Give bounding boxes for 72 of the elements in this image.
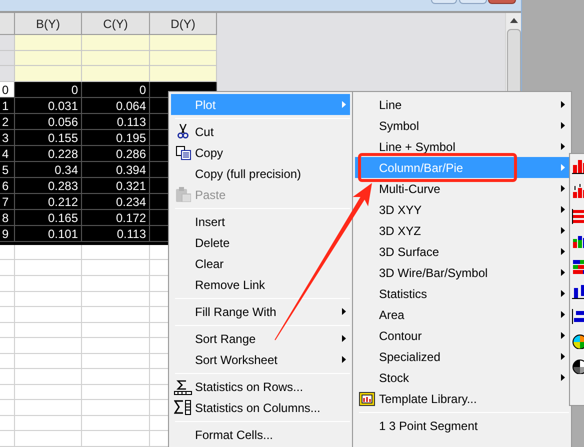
scissors-icon: [177, 124, 189, 139]
menu-item[interactable]: 1 3 Point Segment: [355, 415, 569, 436]
menu-item[interactable]: Line: [355, 94, 569, 115]
row-number[interactable]: 2: [0, 114, 15, 129]
table-cell[interactable]: 0.064: [82, 98, 150, 113]
menu-item[interactable]: Statistics on Columns...: [171, 397, 350, 418]
table-cell[interactable]: 0.101: [15, 226, 82, 241]
floating-bar-chart-icon[interactable]: [572, 309, 584, 324]
column-header[interactable]: B(Y): [15, 13, 82, 34]
menu-item[interactable]: Clear: [171, 253, 350, 274]
menu-item[interactable]: 3D Wire/Bar/Symbol: [355, 262, 569, 283]
menu-item[interactable]: Specialized: [355, 346, 569, 367]
menu-item[interactable]: Line + Symbol: [355, 136, 569, 157]
close-button[interactable]: [488, 0, 516, 4]
table-cell[interactable]: 0.056: [15, 114, 82, 129]
menu-item[interactable]: Remove Link: [171, 274, 350, 295]
template-library-icon: [359, 392, 375, 406]
table-cell[interactable]: 0.165: [15, 210, 82, 225]
table-cell[interactable]: 0.113: [82, 114, 150, 129]
row-number[interactable]: 5: [0, 162, 15, 177]
row-number[interactable]: 7: [0, 194, 15, 209]
menu-item[interactable]: Sort Range: [171, 328, 350, 349]
table-cell[interactable]: 0.321: [82, 178, 150, 193]
table-cell[interactable]: 0: [15, 82, 82, 97]
table-cell[interactable]: 0.34: [15, 162, 82, 177]
row-number[interactable]: 6: [0, 178, 15, 193]
menu-item[interactable]: Template Library...: [355, 388, 569, 409]
menu-item[interactable]: Stock: [355, 367, 569, 388]
row-number[interactable]: 9: [0, 226, 15, 241]
table-cell[interactable]: 0.031: [15, 98, 82, 113]
menu-item[interactable]: Contour: [355, 325, 569, 346]
menu-item[interactable]: Statistics: [355, 283, 569, 304]
copy-icon: [176, 146, 190, 160]
clipboard-icon: [176, 187, 190, 202]
column-header[interactable]: C(Y): [82, 13, 150, 34]
stacked-column-chart-icon[interactable]: [572, 234, 584, 249]
labeled-column-chart-icon[interactable]: [572, 184, 584, 199]
sigma-rows-icon: [174, 378, 192, 394]
table-cell[interactable]: 0.228: [15, 146, 82, 161]
menu-item[interactable]: Multi-Curve: [355, 178, 569, 199]
floating-column-chart-icon[interactable]: [572, 284, 584, 299]
pie-chart-icon[interactable]: [572, 359, 584, 374]
sigma-columns-icon: [174, 400, 192, 415]
menu-item[interactable]: Fill Range With: [171, 301, 350, 322]
pie-chart-icon[interactable]: [572, 334, 584, 349]
row-number[interactable]: 1: [0, 98, 15, 113]
bar-chart-icon[interactable]: [572, 209, 584, 224]
table-cell[interactable]: 0: [82, 82, 150, 97]
stacked-bar-chart-icon[interactable]: [572, 259, 584, 274]
table-cell[interactable]: 0.394: [82, 162, 150, 177]
menu-item[interactable]: Format Cells...: [171, 424, 350, 445]
table-cell[interactable]: 0.195: [82, 130, 150, 145]
scroll-up-icon: [510, 18, 518, 23]
table-cell[interactable]: 0.155: [15, 130, 82, 145]
column-chart-icon[interactable]: [572, 159, 584, 174]
table-cell[interactable]: 0.234: [82, 194, 150, 209]
row-number[interactable]: 3: [0, 130, 15, 145]
menu-item[interactable]: Statistics on Rows...: [171, 376, 350, 397]
table-cell[interactable]: 0.212: [15, 194, 82, 209]
row-number[interactable]: 0: [0, 82, 15, 97]
row-number[interactable]: 4: [0, 146, 15, 161]
menu-item[interactable]: Sort Worksheet: [171, 349, 350, 370]
table-cell[interactable]: 0.113: [82, 226, 150, 241]
menu-item[interactable]: Symbol: [355, 115, 569, 136]
table-cell[interactable]: 0.283: [15, 178, 82, 193]
table-cell[interactable]: 0.286: [82, 146, 150, 161]
table-cell[interactable]: 0.172: [82, 210, 150, 225]
menu-item[interactable]: 3D Surface: [355, 241, 569, 262]
row-number[interactable]: 8: [0, 210, 15, 225]
menu-item[interactable]: 3D XYZ: [355, 220, 569, 241]
menu-item[interactable]: 3D XYY: [355, 199, 569, 220]
menu-item[interactable]: Area: [355, 304, 569, 325]
